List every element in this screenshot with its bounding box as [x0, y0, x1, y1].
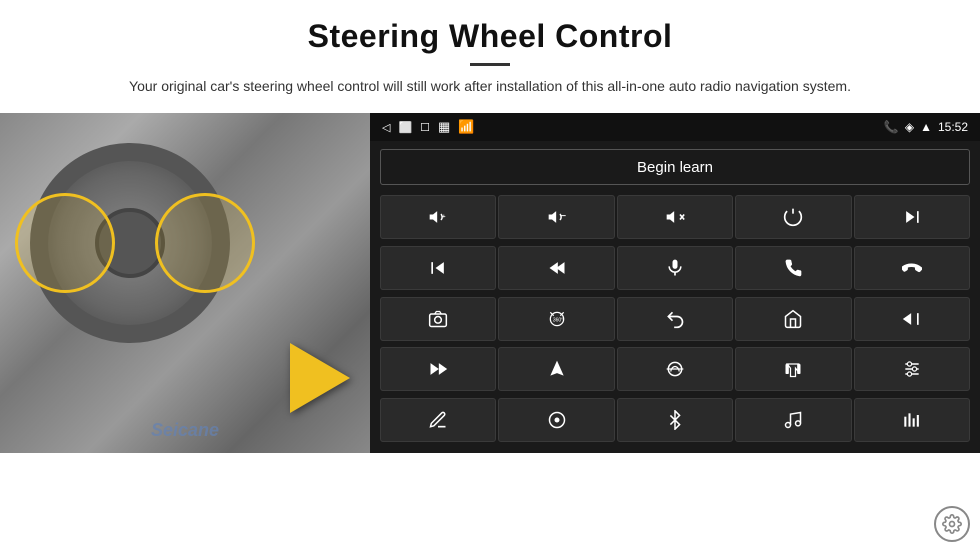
ff-button[interactable]: [498, 246, 614, 290]
rotate360-button[interactable]: 360°: [498, 297, 614, 341]
prev-track-icon: [902, 207, 922, 227]
grid-status-icon: ▦: [438, 119, 450, 135]
skip-forward-button[interactable]: [380, 347, 496, 391]
record-icon: [783, 359, 803, 379]
svg-text:360°: 360°: [552, 317, 562, 323]
circle-dot-icon: [547, 410, 567, 430]
steering-wheel-image: Seicane: [0, 113, 370, 453]
switch-button[interactable]: [617, 347, 733, 391]
vol-up-button[interactable]: +: [380, 195, 496, 239]
switch-icon: [665, 359, 685, 379]
highlight-circle-left: [15, 193, 115, 293]
back-nav-icon[interactable]: ◁: [382, 121, 390, 134]
circle-btn[interactable]: [498, 398, 614, 442]
page-title: Steering Wheel Control: [40, 18, 940, 55]
status-bar-right: 📞 ◈ ▲ 15:52: [884, 120, 968, 134]
seicane-logo: Seicane: [151, 420, 219, 441]
page-header: Steering Wheel Control Your original car…: [0, 0, 980, 107]
settings-button[interactable]: [934, 506, 970, 542]
signal-bars-icon: ▲: [920, 120, 932, 134]
sliders-button[interactable]: [854, 347, 970, 391]
hangup-button[interactable]: [854, 246, 970, 290]
power-button[interactable]: [735, 195, 851, 239]
next-track-icon: [428, 258, 448, 278]
hang-up-icon: [902, 258, 922, 278]
home-button[interactable]: [735, 297, 851, 341]
power-icon: [783, 207, 803, 227]
page-subtitle: Your original car's steering wheel contr…: [110, 76, 870, 97]
rewind-icon: [902, 309, 922, 329]
equalizer-icon: [902, 410, 922, 430]
svg-text:−: −: [561, 211, 566, 221]
signal-status-icon: 📶: [458, 119, 474, 135]
back-icon: [665, 309, 685, 329]
next-track-button[interactable]: [380, 246, 496, 290]
svg-text:+: +: [442, 214, 446, 220]
mic-button[interactable]: [617, 246, 733, 290]
begin-learn-button[interactable]: Begin learn: [380, 149, 970, 185]
vol-up-icon: +: [428, 207, 448, 227]
wifi-status-icon: ◈: [905, 120, 914, 134]
direction-arrow: [290, 343, 350, 413]
recents-nav-icon[interactable]: ☐: [420, 121, 430, 134]
phone-icon: [783, 258, 803, 278]
equalizer-button[interactable]: [854, 398, 970, 442]
android-ui-panel: ◁ ⬜ ☐ ▦ 📶 📞 ◈ ▲ 15:52 Begin learn: [370, 113, 980, 453]
record-button[interactable]: [735, 347, 851, 391]
title-divider: [470, 63, 510, 66]
status-bar-left: ◁ ⬜ ☐ ▦ 📶: [382, 119, 475, 135]
prev-track-button[interactable]: [854, 195, 970, 239]
highlight-circle-right: [155, 193, 255, 293]
gear-icon: [942, 514, 962, 534]
main-content: Seicane ◁ ⬜ ☐ ▦ 📶 📞 ◈ ▲ 15:52: [0, 113, 980, 453]
pen-icon: [428, 410, 448, 430]
page-wrapper: Steering Wheel Control Your original car…: [0, 0, 980, 453]
bluetooth-button[interactable]: [617, 398, 733, 442]
phone-status-icon: 📞: [884, 120, 899, 134]
begin-learn-row: Begin learn: [370, 141, 980, 193]
status-bar: ◁ ⬜ ☐ ▦ 📶 📞 ◈ ▲ 15:52: [370, 113, 980, 141]
music-button[interactable]: [735, 398, 851, 442]
fast-forward-icon: [547, 258, 567, 278]
settings-area: [934, 506, 970, 542]
vol-down-icon: −: [547, 207, 567, 227]
clock-display: 15:52: [938, 120, 968, 134]
rewind-button[interactable]: [854, 297, 970, 341]
sliders-icon: [902, 359, 922, 379]
mute-button[interactable]: [617, 195, 733, 239]
home-nav-icon[interactable]: ⬜: [398, 121, 412, 134]
arrow-container: [290, 343, 350, 413]
music-icon: [783, 410, 803, 430]
microphone-icon: [665, 258, 685, 278]
vol-down-button[interactable]: −: [498, 195, 614, 239]
rotate360-icon: 360°: [547, 309, 567, 329]
navigate-button[interactable]: [498, 347, 614, 391]
pen-button[interactable]: [380, 398, 496, 442]
control-grid: + −: [370, 193, 980, 453]
camera-button[interactable]: [380, 297, 496, 341]
back-button[interactable]: [617, 297, 733, 341]
bluetooth-icon: [665, 410, 685, 430]
navigate-icon: [547, 359, 567, 379]
skip-forward-icon: [428, 359, 448, 379]
camera-icon: [428, 309, 448, 329]
phone-button[interactable]: [735, 246, 851, 290]
mute-icon: [665, 207, 685, 227]
home-icon: [783, 309, 803, 329]
